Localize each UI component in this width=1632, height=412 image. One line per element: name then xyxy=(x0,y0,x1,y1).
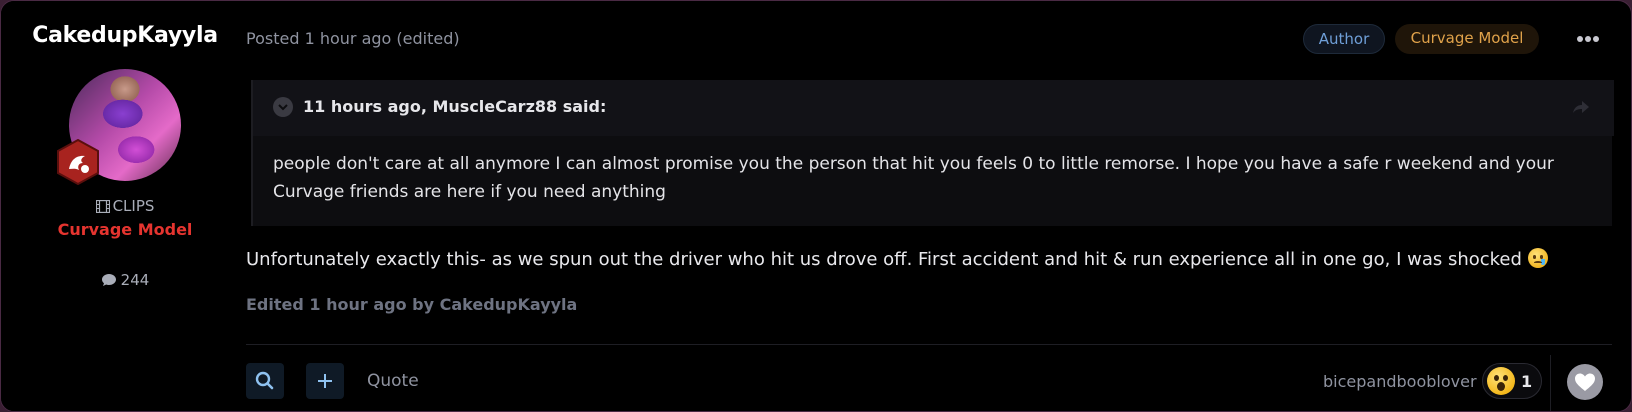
member-group-label: CLIPS xyxy=(112,197,155,215)
forum-post: CakedupKayyla CLIPS Curvage Model 244 Po… xyxy=(0,0,1632,412)
wow-emoji-icon xyxy=(1487,367,1515,395)
film-icon xyxy=(95,200,110,213)
post-count: 244 xyxy=(1,271,249,289)
divider-vertical xyxy=(1550,355,1551,411)
reaction-summary[interactable]: 1 xyxy=(1482,363,1542,399)
post-timestamp[interactable]: Posted 1 hour ago (edited) xyxy=(246,29,460,48)
author-panel: CakedupKayyla CLIPS Curvage Model 244 xyxy=(1,1,249,411)
quote-button[interactable]: Quote xyxy=(367,371,419,391)
edited-note: Edited 1 hour ago by CakedupKayyla xyxy=(246,295,578,314)
group-badge: Curvage Model xyxy=(1395,24,1539,54)
comment-icon xyxy=(101,274,116,286)
quote-text: people don't care at all anymore I can a… xyxy=(273,154,1554,202)
author-badge: Author xyxy=(1303,24,1385,54)
quote-citation[interactable]: 11 hours ago, MuscleCarz88 said: xyxy=(303,97,606,116)
share-icon[interactable] xyxy=(1572,98,1590,116)
sad-tear-emoji-icon xyxy=(1527,248,1548,268)
member-group: CLIPS xyxy=(1,197,249,215)
plus-icon xyxy=(318,374,332,388)
search-button[interactable] xyxy=(246,363,284,399)
chevron-down-icon xyxy=(278,104,288,111)
quote-block: 11 hours ago, MuscleCarz88 said: people … xyxy=(251,80,1614,226)
search-icon xyxy=(255,371,274,390)
quote-header: 11 hours ago, MuscleCarz88 said: xyxy=(253,80,1614,136)
post-count-value: 244 xyxy=(120,271,150,289)
collapse-toggle[interactable] xyxy=(273,97,293,117)
post-body-text: Unfortunately exactly this- as we spun o… xyxy=(246,249,1522,270)
reactor-name[interactable]: bicepandbooblover xyxy=(1323,372,1477,391)
post-body: Unfortunately exactly this- as we spun o… xyxy=(246,246,1576,274)
multiquote-button[interactable] xyxy=(306,363,344,399)
rank-badge-icon xyxy=(57,139,99,185)
heart-icon xyxy=(1575,373,1595,391)
author-name[interactable]: CakedupKayyla xyxy=(1,23,249,48)
more-icon[interactable] xyxy=(1573,29,1603,49)
reaction-count: 1 xyxy=(1521,372,1533,391)
divider xyxy=(246,344,1612,345)
author-role: Curvage Model xyxy=(57,220,193,239)
react-button[interactable] xyxy=(1567,364,1603,400)
